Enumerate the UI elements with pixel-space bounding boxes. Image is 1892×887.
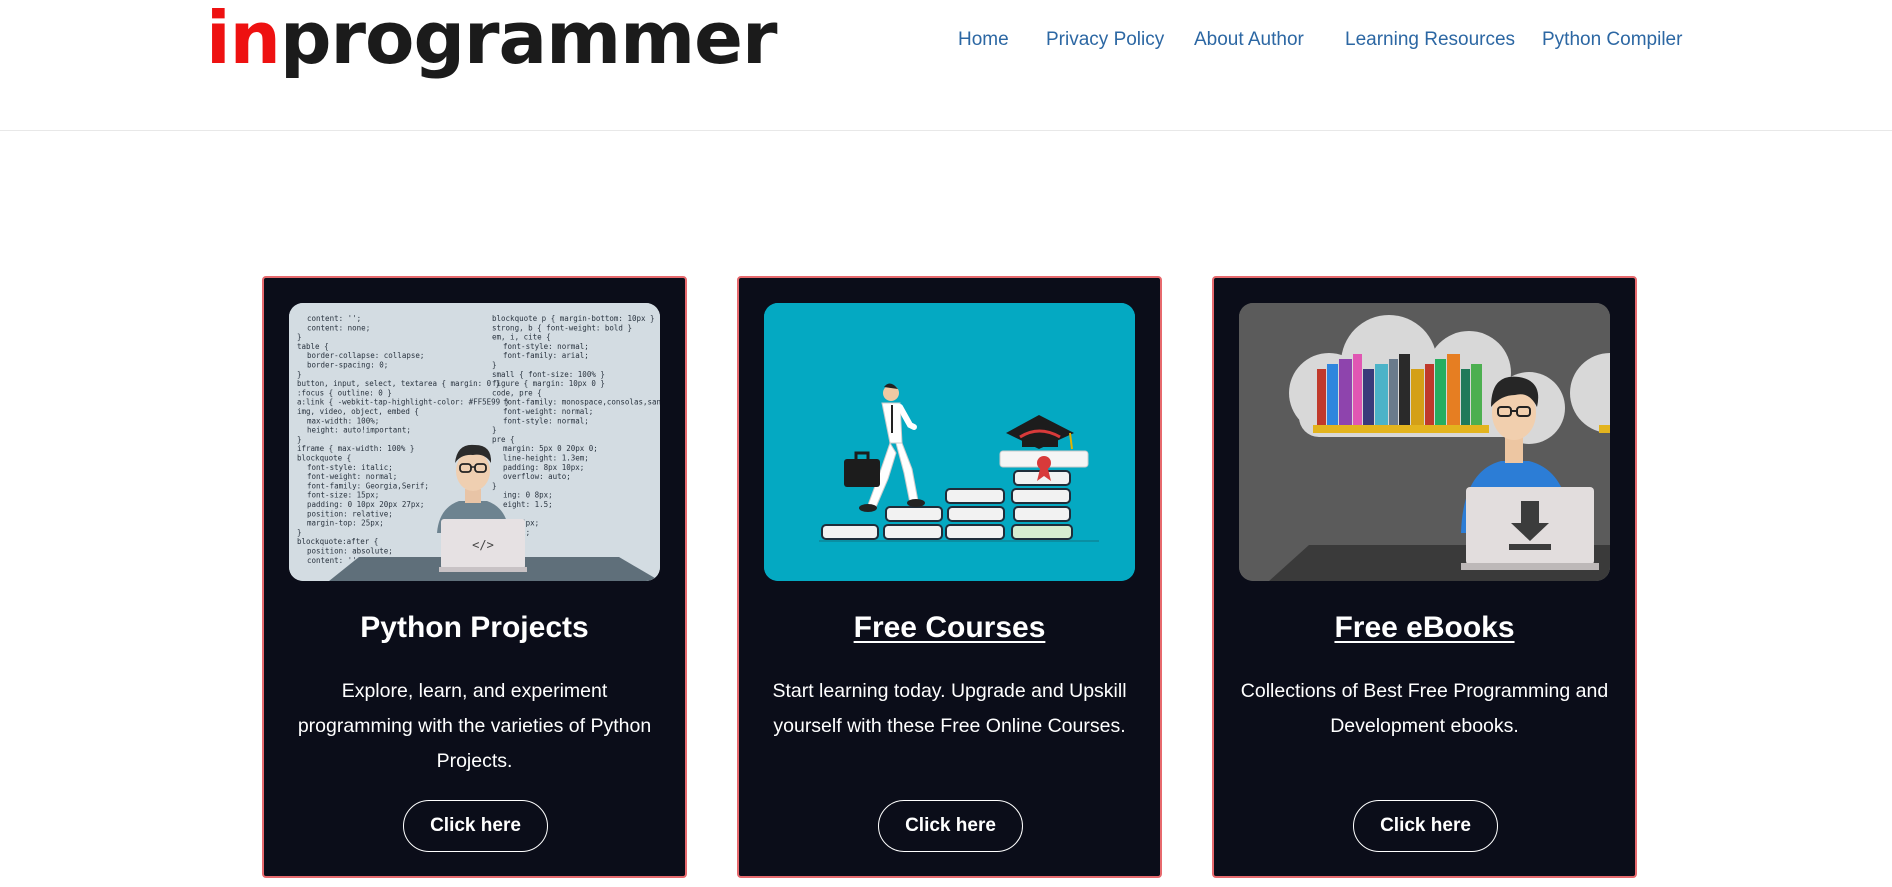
code-line: small { font-size: 100% } [492, 370, 605, 379]
code-line: content: none; [307, 323, 370, 332]
code-line: padding: 8px 10px; [503, 463, 584, 472]
code-line: content: ''; [307, 314, 361, 323]
code-line: font-style: normal; [503, 416, 589, 425]
book-spine [1447, 354, 1460, 425]
code-line: border-collapse: collapse; [307, 351, 424, 360]
free-ebooks-image [1239, 303, 1610, 581]
python-projects-button[interactable]: Click here [403, 800, 548, 852]
nav-home[interactable]: Home [958, 26, 1009, 54]
book-spine [1363, 369, 1374, 425]
code-line: } [297, 528, 302, 537]
code-line: ing: 0 8px; [503, 491, 553, 500]
code-line: font-weight: normal; [307, 472, 397, 481]
code-line: font-family: Georgia,Serif; [307, 481, 429, 490]
laptop-code-label: </> [472, 538, 494, 552]
book-spine [1435, 359, 1446, 425]
card-description: Start learning today. Upgrade and Upskil… [772, 680, 1127, 737]
code-line: } [492, 481, 497, 490]
code-line: font-family: arial; [503, 351, 589, 360]
ebook-download-illustration [1239, 303, 1610, 581]
python-projects-image: content: ''; content: none;} table {border… [289, 303, 660, 581]
card-python-projects: content: ''; content: none;} table {border… [262, 276, 687, 878]
nav-learning-resources[interactable]: Learning Resources [1345, 26, 1515, 54]
code-line: border-spacing: 0; [307, 361, 388, 370]
card-free-courses: Free Courses Start learning today. Upgra… [737, 276, 1162, 878]
book-spine [1425, 364, 1434, 425]
site-header: in programmer Home Privacy Policy About A… [0, 0, 1892, 131]
book-spine [1389, 359, 1398, 425]
code-line: } [297, 370, 302, 379]
free-courses-button[interactable]: Click here [878, 800, 1023, 852]
code-line: position: absolute; [307, 547, 393, 556]
code-line: figure { margin: 10px 0 } [492, 379, 605, 388]
code-line: line-height: 1.3em; [503, 454, 589, 463]
code-line: } [297, 333, 302, 342]
code-line: margin-top: 25px; [307, 519, 384, 528]
nav-privacy-policy[interactable]: Privacy Policy [1046, 26, 1164, 54]
code-line: pre { [492, 435, 515, 444]
code-line: blockquote:after { [297, 537, 378, 546]
book-spine [1317, 369, 1326, 425]
code-line: font-size: 15px; [307, 491, 379, 500]
book-spine [1375, 364, 1388, 425]
code-line: img, video, object, embed { [297, 407, 419, 416]
book-spine [1399, 354, 1410, 425]
code-line: button, input, select, textarea { margin… [297, 379, 500, 388]
code-line: code, pre { [492, 388, 542, 397]
code-line: font-family: monospace,consolas,sans- [503, 398, 660, 407]
code-line: strong, b { font-weight: bold } [492, 323, 632, 332]
code-line: } [492, 361, 497, 370]
book-spine [1327, 364, 1338, 425]
free-ebooks-button[interactable]: Click here [1353, 800, 1498, 852]
code-line: font-weight: normal; [503, 407, 593, 416]
developer-illustration: content: '';content: none;}table {border… [289, 303, 660, 581]
code-line: } [297, 435, 302, 444]
code-line: a:link { -webkit-tap-highlight-color: #F… [297, 398, 509, 407]
card-title-link[interactable]: Free eBooks [1214, 608, 1635, 648]
card-description: Explore, learn, and experiment programmi… [297, 680, 652, 772]
code-line: blockquote { [297, 454, 351, 463]
card-free-ebooks: Free eBooks Collections of Best Free Pro… [1212, 276, 1637, 878]
code-line: margin: 5px 0 20px 0; [503, 444, 598, 453]
code-line: padding: 0 10px 20px 27px; [307, 500, 424, 509]
code-line: em, i, cite { [492, 333, 551, 342]
free-courses-image [764, 303, 1135, 581]
book-spine [1353, 354, 1362, 425]
card-description: Collections of Best Free Programming and… [1240, 680, 1609, 737]
code-line: font-style: italic; [307, 463, 393, 472]
book-spine [1339, 359, 1352, 425]
code-line: position: relative; [307, 509, 393, 518]
code-line: font-style: normal; [503, 342, 589, 351]
code-line: blockquote p { margin-bottom: 10px } [492, 314, 655, 323]
nav-about-author[interactable]: About Author [1194, 26, 1304, 54]
card-title-link[interactable]: Free Courses [739, 608, 1160, 648]
book-spine [1471, 364, 1482, 425]
code-line: } [492, 426, 497, 435]
code-line: table { [297, 342, 329, 351]
book-spine [1411, 369, 1424, 425]
nav-python-compiler[interactable]: Python Compiler [1542, 26, 1682, 54]
graduation-stairs-illustration [764, 303, 1135, 581]
card-title: Python Projects [360, 611, 589, 644]
code-line: max-width: 100%; [307, 416, 379, 425]
main-nav: Home Privacy Policy About Author Learnin… [0, 26, 1892, 56]
code-line: iframe { max-width: 100% } [297, 444, 414, 453]
code-line: overflow: auto; [503, 472, 571, 481]
code-line: height: auto!important; [307, 426, 411, 435]
code-line: eight: 1.5; [503, 500, 553, 509]
book-spine [1461, 369, 1470, 425]
code-line: :focus { outline: 0 } [297, 388, 392, 397]
